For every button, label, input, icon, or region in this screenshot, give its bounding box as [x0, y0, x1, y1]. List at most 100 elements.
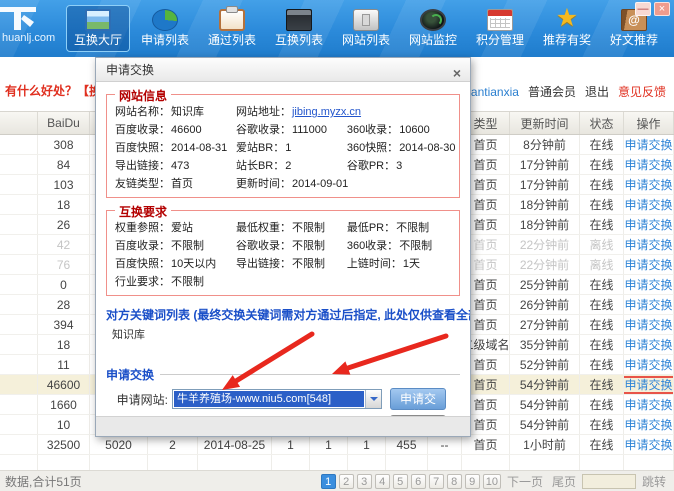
- toolbar-item-icon: [420, 9, 446, 31]
- page-button[interactable]: 9: [464, 473, 480, 489]
- apply-exchange-link[interactable]: 申请交换: [624, 216, 672, 233]
- info-cell: 爱站BR：1: [236, 139, 347, 157]
- cell-baidu: 308: [38, 135, 90, 154]
- window-close-button[interactable]: ×: [654, 2, 670, 16]
- toolbar-item[interactable]: 推荐有奖: [535, 5, 599, 52]
- info-cell: 友链类型：首页: [115, 175, 236, 193]
- keyword-list-item: 知识库: [112, 329, 145, 341]
- header-action: 操作: [624, 112, 674, 134]
- table-row[interactable]: 32500 5020 2 2014-08-25 1 1 1 455 -- 首页 …: [0, 435, 674, 455]
- page-jump-button[interactable]: 跳转: [642, 473, 666, 490]
- toolbar-item[interactable]: 积分管理: [468, 5, 532, 52]
- info-cell: 谷歌PR：3: [347, 157, 451, 175]
- cell-status: 在线: [580, 335, 624, 354]
- apply-site-select[interactable]: 牛羊养殖场-www.niu5.com[548]: [172, 389, 382, 409]
- apply-exchange-link[interactable]: 申请交换: [624, 316, 672, 333]
- apply-exchange-button[interactable]: 申请交换: [390, 388, 446, 418]
- cell-updated: 35分钟前: [510, 335, 580, 354]
- apply-exchange-link[interactable]: 申请交换: [624, 156, 672, 173]
- requirement-label: 上链时间：: [346, 258, 402, 270]
- apply-exchange-link[interactable]: 申请交换: [624, 375, 673, 394]
- requirement-value: 10天以内: [171, 258, 217, 270]
- pager: 1 2 3 4 5 6 7 8 9 10 下一页 尾页 跳转: [320, 473, 669, 490]
- cell-status: 在线: [580, 375, 624, 394]
- apply-exchange-link[interactable]: 申请交换: [624, 336, 672, 353]
- apply-exchange-link[interactable]: 申请交换: [624, 196, 672, 213]
- apply-heading: 申请交换: [106, 368, 155, 382]
- header-site: [0, 112, 38, 134]
- info-value: 2: [285, 160, 292, 172]
- info-cell: 更新时间：2014-09-01: [236, 175, 348, 193]
- header-baidu: BaiDu: [38, 112, 90, 134]
- info-cell: 网站地址：jibing.myzx.cn: [235, 103, 361, 121]
- toolbar-item-label: 推荐有奖: [542, 33, 591, 47]
- member-role-label: 普通会员: [527, 85, 576, 99]
- page-button[interactable]: 8: [446, 473, 462, 489]
- info-label: 导出链接：: [115, 160, 170, 172]
- apply-exchange-link[interactable]: 申请交换: [624, 296, 672, 313]
- info-label: 谷歌PR：: [346, 160, 396, 172]
- cell-status: 在线: [580, 275, 624, 294]
- requirement-label: 百度快照：: [115, 258, 170, 270]
- requirement-label: 百度收录：: [115, 240, 170, 252]
- info-label: 360快照：: [346, 142, 399, 154]
- cell-site: [0, 175, 38, 194]
- feedback-link[interactable]: 意见反馈: [618, 83, 666, 100]
- cell-site: [0, 395, 38, 414]
- toolbar-item[interactable]: 互换大厅: [66, 5, 130, 52]
- page-button[interactable]: 4: [374, 473, 390, 489]
- toolbar-item[interactable]: 互换列表: [267, 5, 331, 52]
- username-link[interactable]: liantianxia: [466, 85, 519, 99]
- page-button[interactable]: 5: [392, 473, 408, 489]
- next-page-link[interactable]: 下一页: [507, 473, 543, 490]
- apply-exchange-link[interactable]: 申请交换: [624, 236, 672, 253]
- apply-exchange-link[interactable]: 申请交换: [624, 136, 672, 153]
- apply-exchange-link[interactable]: 申请交换: [624, 356, 672, 373]
- toolbar-item[interactable]: 网站列表: [334, 5, 398, 52]
- requirement-value: 1天: [402, 258, 420, 270]
- logout-link[interactable]: 退出: [585, 83, 609, 100]
- page-button[interactable]: 7: [428, 473, 444, 489]
- cell-updated: 17分钟前: [510, 175, 580, 194]
- cell-site: [0, 435, 38, 454]
- toolbar-item[interactable]: 通过列表: [200, 5, 264, 52]
- info-cell: 百度快照：2014-08-31: [115, 139, 236, 157]
- cell-baidu: 26: [38, 215, 90, 234]
- cell-updated: 1小时前: [510, 435, 580, 454]
- last-page-link[interactable]: 尾页: [552, 473, 576, 490]
- cell-baidu: 10: [38, 415, 90, 434]
- requirements-section: 互换要求 权重参照：爱站 最低权重：不限制 最低PR：不限制 百度收录：不限制 …: [106, 203, 460, 296]
- cell-status: 在线: [580, 215, 624, 234]
- cell-site: [0, 315, 38, 334]
- page-button[interactable]: 1: [320, 473, 336, 489]
- apply-exchange-link[interactable]: 申请交换: [624, 176, 672, 193]
- cell-baidu: 103: [38, 175, 90, 194]
- page-jump-input[interactable]: [581, 473, 636, 489]
- apply-exchange-link[interactable]: 申请交换: [624, 416, 672, 433]
- apply-exchange-link[interactable]: 申请交换: [624, 396, 672, 413]
- requirements-legend: 互换要求: [115, 203, 172, 220]
- apply-exchange-link[interactable]: 申请交换: [624, 276, 672, 293]
- info-label: 网站地址：: [235, 106, 291, 118]
- apply-exchange-link[interactable]: 申请交换: [624, 256, 672, 273]
- page-button[interactable]: 10: [482, 473, 501, 489]
- cell-baidu: 18: [38, 195, 90, 214]
- toolbar-item[interactable]: 申请列表: [133, 5, 197, 52]
- chevron-down-icon[interactable]: [365, 390, 381, 408]
- info-cell: 百度收录：46600: [115, 121, 236, 139]
- toolbar-item[interactable]: 网站监控: [401, 5, 465, 52]
- requirement-value: 不限制: [291, 258, 325, 270]
- toolbar-item-label: 互换大厅: [73, 33, 122, 47]
- page-button[interactable]: 2: [338, 473, 354, 489]
- info-cell: 导出链接：473: [115, 157, 236, 175]
- page-button[interactable]: 3: [356, 473, 372, 489]
- page-button[interactable]: 6: [410, 473, 426, 489]
- cell-type: 首页: [462, 435, 510, 454]
- cell-updated: 18分钟前: [510, 215, 580, 234]
- minimize-button[interactable]: —: [635, 2, 651, 16]
- cell-updated: 52分钟前: [510, 355, 580, 374]
- requirement-value: 爱站: [171, 222, 193, 234]
- site-info-section: 网站信息 网站名称：知识库 网站地址：jibing.myzx.cn 百度收录：4…: [106, 87, 460, 198]
- cell-status: 离线: [580, 255, 624, 274]
- apply-exchange-link[interactable]: 申请交换: [624, 436, 672, 453]
